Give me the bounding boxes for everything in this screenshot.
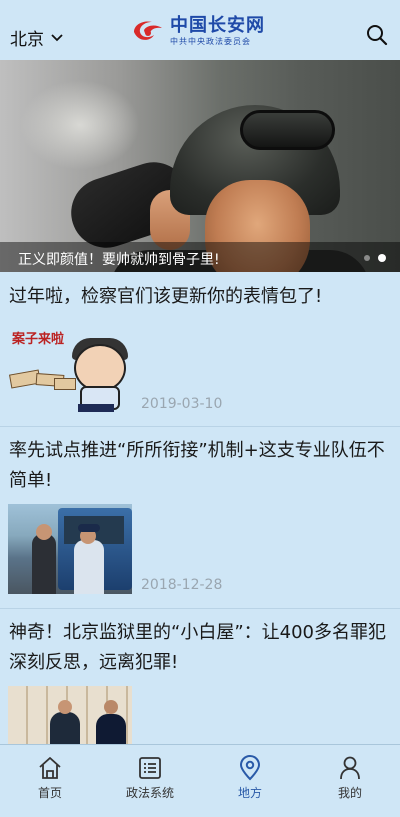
tab-home[interactable]: 首页 <box>0 745 100 817</box>
article-item[interactable]: 神奇！北京监狱里的“小白屋”：让400多名罪犯深刻反思，远离犯罪! <box>0 609 400 744</box>
article-thumbnail[interactable] <box>8 504 132 594</box>
city-label: 北京 <box>10 30 44 50</box>
tab-local[interactable]: 地方 <box>200 745 300 817</box>
article-item[interactable]: 过年啦，检察官们该更新你的表情包了! 案子来啦 2019-03-10 <box>0 272 400 427</box>
carousel-dot[interactable] <box>364 255 370 261</box>
tab-legal-system[interactable]: 政法系统 <box>100 745 200 817</box>
thumbnail-text: 案子来啦 <box>12 332 65 347</box>
home-icon <box>39 757 61 779</box>
logo-subtitle: 中共中央政法委员会 <box>170 37 251 46</box>
chevron-down-icon <box>51 33 63 41</box>
logo-swirl-icon <box>134 21 162 40</box>
tab-label: 我的 <box>337 786 362 800</box>
site-logo[interactable]: 中国长安网 中共中央政法委员会 <box>130 16 265 48</box>
article-thumbnail[interactable]: 案子来啦 <box>8 322 132 412</box>
tab-label: 地方 <box>237 786 262 800</box>
banner-caption[interactable]: 正义即颜值！要帅就帅到骨子里! <box>18 249 220 269</box>
tab-label: 首页 <box>37 786 62 800</box>
location-pin-icon <box>239 755 261 781</box>
top-header: 北京 中国长安网 中共中央政法委员会 <box>0 0 400 60</box>
tab-label: 政法系统 <box>125 786 174 800</box>
article-date: 2018-12-28 <box>141 577 223 593</box>
user-icon <box>340 756 360 780</box>
article-title[interactable]: 过年啦，检察官们该更新你的表情包了! <box>9 282 386 312</box>
article-item[interactable]: 率先试点推进“所所衔接”机制+这支专业队伍不简单! 2018-12-28 <box>0 427 400 609</box>
article-date: 2019-03-10 <box>141 396 223 412</box>
article-thumbnail[interactable] <box>8 686 132 744</box>
city-selector[interactable]: 北京 <box>10 25 64 50</box>
tab-mine[interactable]: 我的 <box>300 745 400 817</box>
list-icon <box>139 757 161 779</box>
article-title[interactable]: 率先试点推进“所所衔接”机制+这支专业队伍不简单! <box>9 436 386 496</box>
logo-title: 中国长安网 <box>170 15 265 36</box>
banner-image[interactable] <box>0 60 400 272</box>
bottom-tab-bar: 首页 政法系统 地方 我的 <box>0 744 400 817</box>
article-title[interactable]: 神奇！北京监狱里的“小白屋”：让400多名罪犯深刻反思，远离犯罪! <box>9 618 386 678</box>
carousel-dot-active[interactable] <box>378 254 386 262</box>
search-icon[interactable] <box>366 24 388 46</box>
